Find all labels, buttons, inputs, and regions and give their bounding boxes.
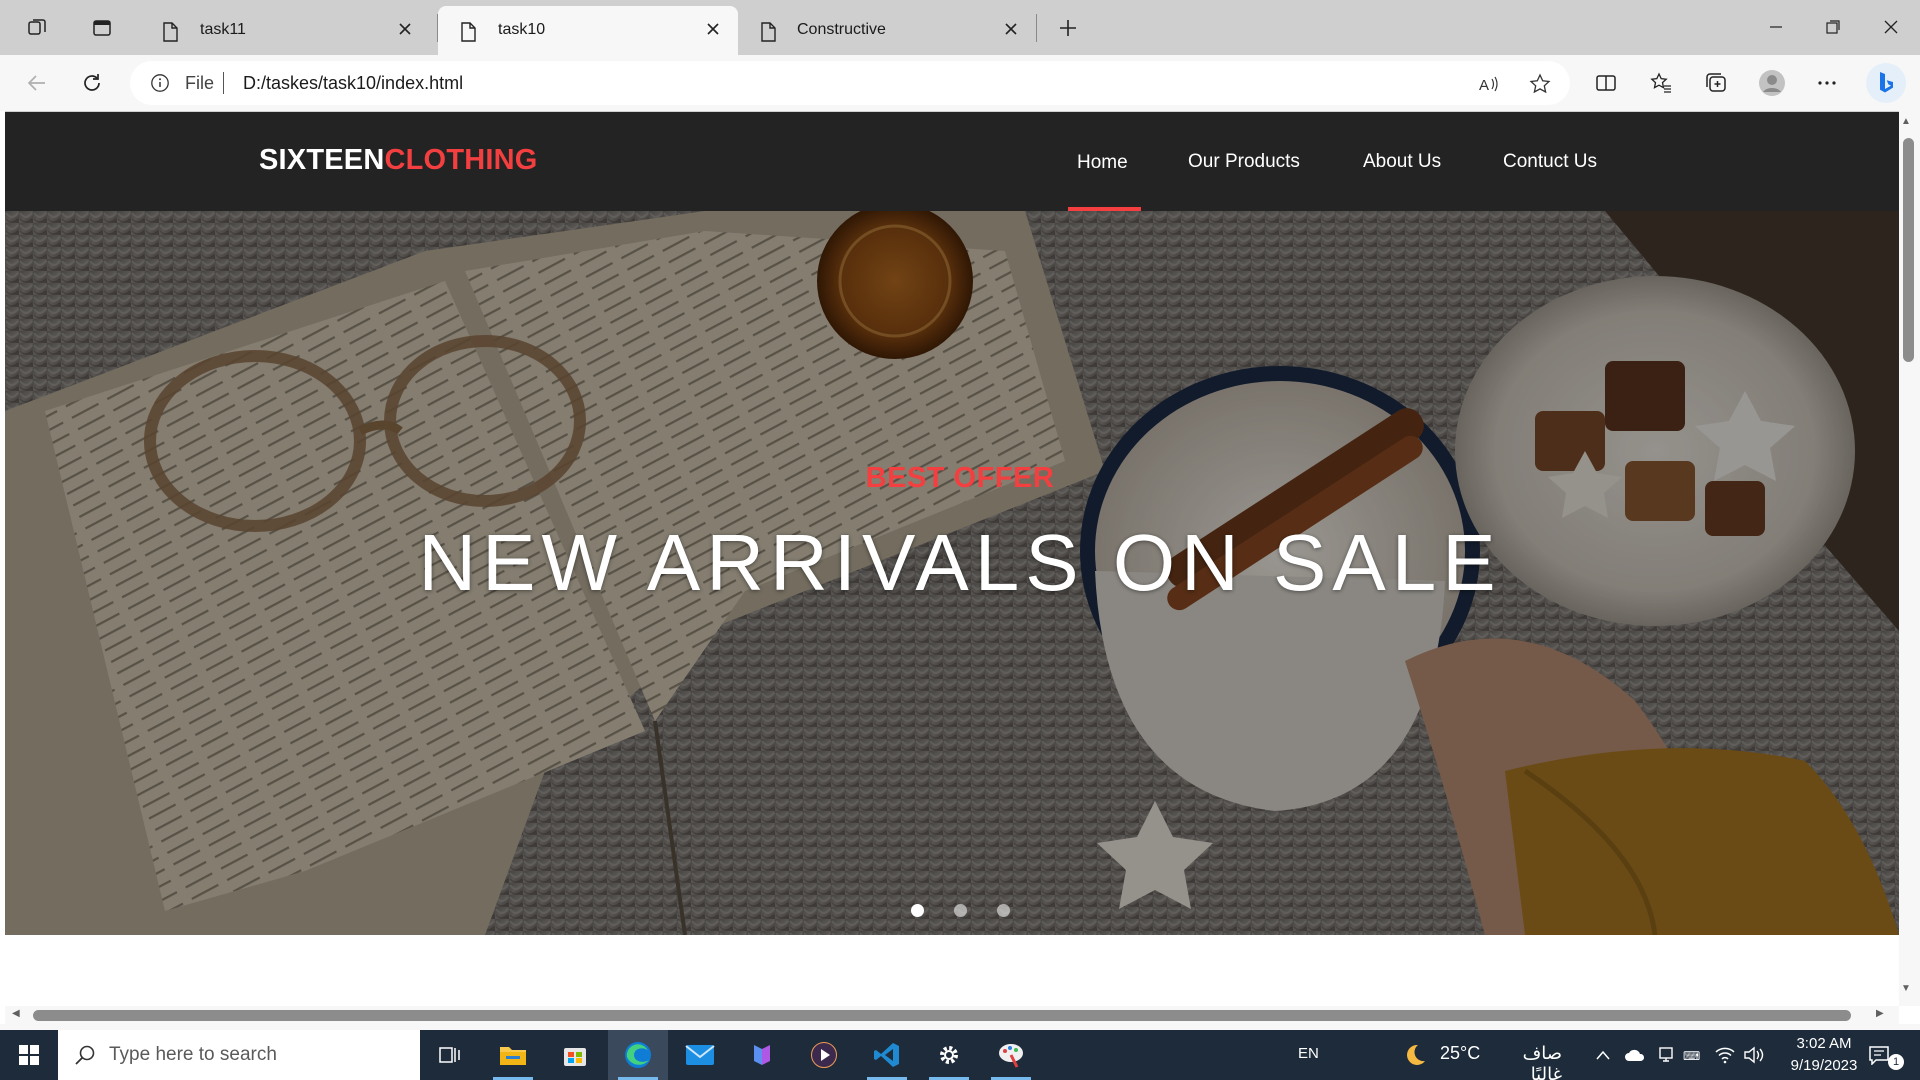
browser-tab-strip: task11 task10 Constructive xyxy=(0,0,1920,55)
split-screen-icon[interactable] xyxy=(1590,67,1622,99)
weather-temperature[interactable]: 25°C xyxy=(1440,1043,1480,1064)
browser-toolbar: File D:/taskes/task10/index.html A xyxy=(0,55,1920,111)
carousel-dot-3[interactable] xyxy=(997,904,1010,917)
minimize-button[interactable] xyxy=(1756,12,1796,42)
new-tab-button[interactable] xyxy=(1052,12,1084,44)
address-bar[interactable]: File D:/taskes/task10/index.html A xyxy=(130,61,1570,105)
edge-icon[interactable] xyxy=(608,1030,668,1080)
nav-about-link[interactable]: About Us xyxy=(1363,151,1441,173)
collections-icon[interactable] xyxy=(1700,67,1732,99)
tab-actions-icon[interactable] xyxy=(86,12,118,44)
close-window-button[interactable] xyxy=(1871,12,1911,42)
wifi-icon[interactable] xyxy=(1714,1044,1736,1066)
device-icon[interactable] xyxy=(1655,1044,1677,1066)
tab-task11[interactable]: task11 xyxy=(140,6,430,55)
windows-start-icon[interactable] xyxy=(0,1030,58,1080)
svg-text:⌨: ⌨ xyxy=(1683,1049,1700,1063)
language-indicator[interactable]: EN xyxy=(1298,1045,1319,1062)
workspaces-icon[interactable] xyxy=(21,12,53,44)
bing-copilot-icon[interactable] xyxy=(1866,63,1906,103)
onedrive-cloud-icon[interactable] xyxy=(1624,1044,1646,1066)
notification-center-icon[interactable] xyxy=(1868,1044,1890,1066)
hero-banner: BEST OFFER NEW ARRIVALS ON SALE xyxy=(5,211,1899,935)
horizontal-scroll-thumb[interactable] xyxy=(33,1010,1851,1021)
media-player-icon[interactable] xyxy=(794,1030,854,1080)
close-icon[interactable] xyxy=(706,22,720,41)
svg-text:A: A xyxy=(1479,77,1489,94)
input-method-icon[interactable]: ⌨ xyxy=(1683,1044,1705,1066)
store-icon[interactable] xyxy=(545,1030,605,1080)
page-icon xyxy=(760,22,776,47)
task-view-icon[interactable] xyxy=(420,1030,480,1080)
back-icon[interactable] xyxy=(21,67,53,99)
windows-taskbar: Type here to search EN 25°C صاف غالبًا ⌨… xyxy=(0,1030,1920,1080)
tab-constructive[interactable]: Constructive xyxy=(738,6,1036,55)
chevron-up-icon[interactable] xyxy=(1592,1044,1614,1066)
paint-icon[interactable] xyxy=(981,1030,1041,1080)
clock-date[interactable]: 9/19/2023 xyxy=(1776,1057,1872,1074)
page-icon xyxy=(460,22,476,47)
scroll-right-arrow-icon[interactable]: ▶ xyxy=(1876,1008,1884,1019)
read-aloud-icon[interactable]: A xyxy=(1475,71,1501,97)
carousel-indicators xyxy=(911,904,1010,917)
more-options-icon[interactable] xyxy=(1811,67,1843,99)
profile-avatar[interactable] xyxy=(1756,67,1788,99)
weather-condition[interactable]: صاف غالبًا xyxy=(1492,1043,1562,1080)
close-icon[interactable] xyxy=(1004,22,1018,41)
volume-icon[interactable] xyxy=(1743,1044,1765,1066)
favorite-star-icon[interactable] xyxy=(1527,71,1553,97)
tab-title: task10 xyxy=(498,21,546,38)
vscode-icon[interactable] xyxy=(857,1030,917,1080)
info-icon[interactable] xyxy=(150,73,170,98)
favorites-icon[interactable] xyxy=(1645,67,1677,99)
carousel-dot-1[interactable] xyxy=(911,904,924,917)
scroll-up-arrow-icon[interactable]: ▲ xyxy=(1901,116,1911,127)
tab-title: Constructive xyxy=(797,21,886,38)
taskbar-search-box[interactable]: Type here to search xyxy=(58,1030,420,1080)
logo-part-clothing: CLOTHING xyxy=(384,144,538,176)
site-navbar: SIXTEENCLOTHING Home Our Products About … xyxy=(5,112,1899,211)
page-icon xyxy=(162,22,178,47)
nav-home-link[interactable]: Home xyxy=(1077,152,1128,174)
tab-title: task11 xyxy=(200,21,246,38)
file-explorer-icon[interactable] xyxy=(483,1030,543,1080)
weather-moon-icon[interactable] xyxy=(1402,1042,1428,1068)
nav-products-link[interactable]: Our Products xyxy=(1188,151,1300,173)
page-viewport: SIXTEENCLOTHING Home Our Products About … xyxy=(5,111,1899,1006)
site-logo[interactable]: SIXTEENCLOTHING xyxy=(259,144,538,177)
logo-part-sixteen: SIXTEEN xyxy=(259,144,385,176)
address-url[interactable]: D:/taskes/task10/index.html xyxy=(243,73,463,94)
vertical-scroll-thumb[interactable] xyxy=(1903,138,1914,362)
refresh-icon[interactable] xyxy=(76,67,108,99)
mail-icon[interactable] xyxy=(670,1030,730,1080)
copilot-icon[interactable] xyxy=(732,1030,792,1080)
close-icon[interactable] xyxy=(398,22,412,41)
search-icon xyxy=(74,1044,96,1071)
notification-count-badge: 1 xyxy=(1888,1054,1904,1070)
address-divider xyxy=(223,72,224,94)
hero-title: NEW ARRIVALS ON SALE xyxy=(418,518,1502,607)
clock-time[interactable]: 3:02 AM xyxy=(1782,1035,1866,1052)
search-placeholder: Type here to search xyxy=(109,1044,277,1065)
scroll-down-arrow-icon[interactable]: ▼ xyxy=(1901,983,1911,994)
address-scheme: File xyxy=(185,73,215,93)
tab-task10[interactable]: task10 xyxy=(438,6,738,55)
nav-contact-link[interactable]: Contuct Us xyxy=(1503,151,1597,173)
carousel-dot-2[interactable] xyxy=(954,904,967,917)
restore-button[interactable] xyxy=(1813,12,1853,42)
settings-icon[interactable] xyxy=(919,1030,979,1080)
tab-separator xyxy=(1036,14,1037,42)
hero-kicker: BEST OFFER xyxy=(865,462,1055,494)
scroll-left-arrow-icon[interactable]: ◀ xyxy=(12,1008,20,1019)
